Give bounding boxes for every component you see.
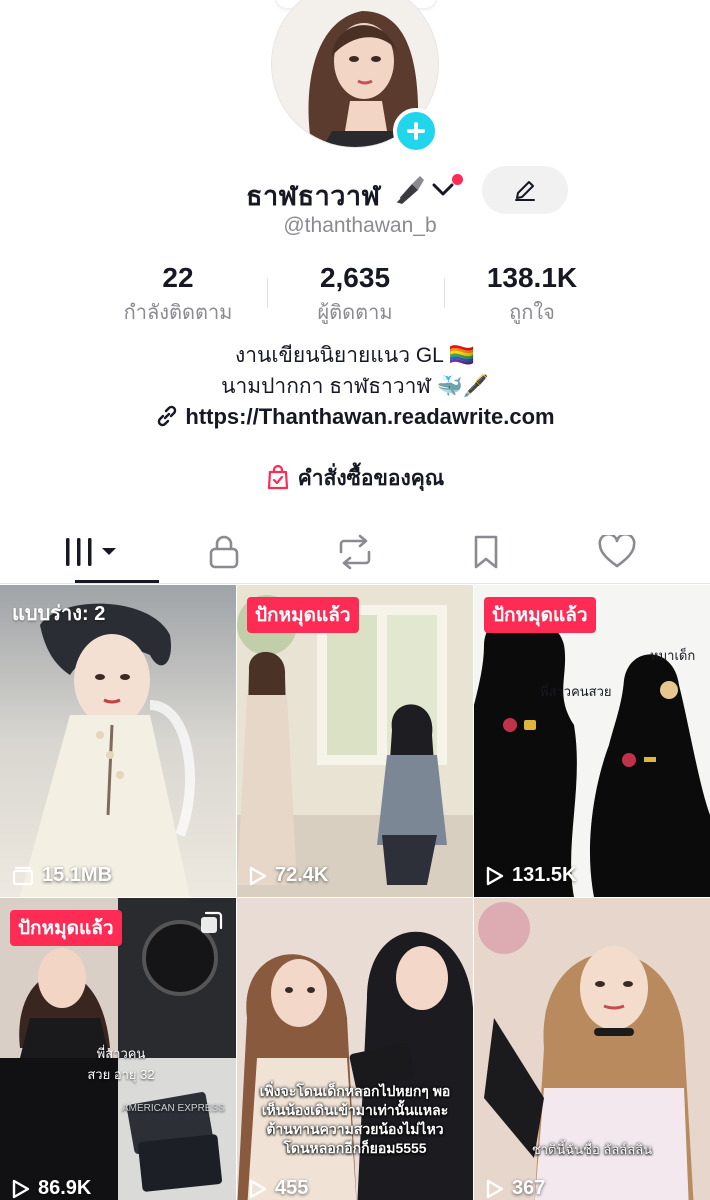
view-count: 367	[486, 1177, 545, 1200]
view-count: 455	[249, 1177, 308, 1200]
overlay-caption: พี่สาวคนสวย อายุ 32	[87, 1046, 155, 1082]
likes-count: 138.1K	[486, 262, 578, 293]
pinned-badge: ปักหมุดแล้ว	[10, 910, 122, 946]
video-caption: ชาตินี้ฉันชื่อ ลัลล์ลลิน	[531, 1142, 653, 1157]
stat-followers[interactable]: 2,635 ผู้ติดตาม	[270, 262, 440, 328]
followers-count: 2,635	[319, 262, 391, 293]
draft-size: 15.1MB	[12, 864, 112, 887]
pinned-badge: ปักหมุดแล้ว	[484, 597, 596, 633]
video-tile[interactable]: ปักหมุดแล้ว หมาเด็ก พี่สาวคนสวย 131.5K	[474, 585, 710, 897]
stat-following[interactable]: 22 กำลังติดตาม	[93, 262, 263, 328]
view-count: 131.5K	[486, 864, 577, 887]
lock-icon	[209, 535, 239, 568]
tab-saved[interactable]	[415, 520, 557, 583]
play-icon	[249, 866, 267, 885]
fountain-pen-icon	[395, 176, 424, 204]
add-follow-button[interactable]	[393, 108, 439, 154]
link-icon	[158, 405, 177, 427]
view-count-value: 455	[275, 1177, 309, 1199]
video-tile[interactable]: ชาตินี้ฉันชื่อ ลัลล์ลลิน 367	[474, 898, 710, 1200]
overlay-label: พี่สาวคนสวย	[540, 684, 612, 699]
bio-link-text[interactable]: https://Thanthawan.readawrite.com	[185, 404, 554, 429]
stat-divider	[444, 278, 445, 308]
your-orders-link[interactable]: คำสั่งซื้อของคุณ	[0, 462, 710, 495]
photo-carousel-icon	[201, 911, 223, 933]
username-handle: @thanthawan_b	[283, 214, 437, 237]
play-icon	[249, 1179, 267, 1198]
likes-label: ถูกใจ	[509, 302, 555, 324]
tab-private[interactable]	[153, 520, 295, 583]
pinned-badge: ปักหมุดแล้ว	[247, 597, 359, 633]
bio-link[interactable]: https://Thanthawan.readawrite.com	[0, 404, 710, 430]
drafts-badge: แบบร่าง: 2	[12, 603, 106, 625]
play-icon	[486, 1179, 504, 1198]
photo-post-tile[interactable]: ปักหมุดแล้ว พี่สาวคนสวย อายุ 32 AMERICAN…	[0, 898, 236, 1200]
bookmark-icon	[474, 535, 498, 568]
name-row: ธาฬธาวาฬ	[0, 166, 710, 214]
plus-icon	[407, 122, 425, 140]
video-caption: เพิ่งจะโดนเด็กหลอกไปหยกๆ พอเห็นน้องเดินเ…	[259, 1083, 451, 1156]
display-name: ธาฬธาวาฬ	[246, 181, 381, 211]
view-count: 86.9K	[12, 1177, 91, 1200]
view-count-value: 72.4K	[275, 864, 329, 886]
profile-tabs	[0, 520, 710, 584]
bio: งานเขียนนิยายแนว GL 🏳️‍🌈 นามปากกา ธาฬธาว…	[0, 340, 710, 402]
notification-dot	[452, 174, 463, 185]
tab-videos[interactable]	[23, 520, 165, 583]
following-label: กำลังติดตาม	[123, 302, 233, 324]
play-icon	[12, 1179, 30, 1198]
play-icon	[486, 866, 504, 885]
video-tile[interactable]: เพิ่งจะโดนเด็กหลอกไปหยกๆ พอเห็นน้องเดินเ…	[237, 898, 473, 1200]
video-tile[interactable]: ปักหมุดแล้ว 72.4K	[237, 585, 473, 897]
view-count-value: 86.9K	[38, 1177, 92, 1199]
heart-icon	[598, 534, 636, 567]
edit-profile-button[interactable]	[482, 166, 568, 214]
view-count: 72.4K	[249, 864, 328, 887]
bio-line: งานเขียนนิยายแนว GL 🏳️‍🌈	[234, 344, 476, 367]
view-count-value: 131.5K	[512, 864, 577, 886]
profile-stats: 22 กำลังติดตาม 2,635 ผู้ติดตาม 138.1K ถู…	[0, 262, 710, 326]
tab-reposts[interactable]	[284, 520, 426, 583]
orders-label: คำสั่งซื้อของคุณ	[297, 467, 445, 490]
videos-grid-icon	[66, 537, 116, 566]
shopping-bag-icon	[267, 464, 288, 490]
video-grid: แบบร่าง: 2 15.1MB ปักหมุดแล้ว 72.4K ปักห…	[0, 585, 710, 1200]
pencil-icon	[515, 181, 535, 201]
following-count: 22	[162, 262, 194, 293]
overlay-label: หมาเด็ก	[650, 648, 696, 663]
chevron-down-icon[interactable]	[432, 182, 454, 198]
draft-size-value: 15.1MB	[42, 864, 113, 886]
tab-liked[interactable]	[546, 520, 688, 583]
repost-icon	[339, 534, 371, 569]
drafts-icon	[12, 866, 34, 885]
stat-divider	[267, 278, 268, 308]
followers-label: ผู้ติดตาม	[317, 302, 393, 324]
drafts-tile[interactable]: แบบร่าง: 2 15.1MB	[0, 585, 236, 897]
video-thumbnail	[0, 585, 236, 897]
avatar-container[interactable]	[271, 0, 441, 154]
card-text: AMERICAN EXPRESS	[122, 1103, 225, 1114]
bio-line: นามปากกา ธาฬธาวาฬ 🐳🖋️	[221, 375, 489, 398]
view-count-value: 367	[512, 1177, 546, 1199]
stat-likes[interactable]: 138.1K ถูกใจ	[447, 262, 617, 328]
